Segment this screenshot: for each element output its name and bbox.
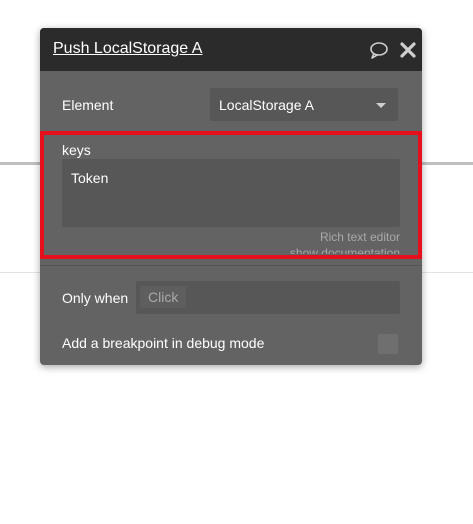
keys-input-value: Token: [71, 170, 109, 186]
divider: [40, 265, 422, 266]
only-when-placeholder: Click: [140, 286, 187, 308]
panel-title[interactable]: Push LocalStorage A: [53, 40, 202, 58]
element-select-value: LocalStorage A: [219, 97, 314, 113]
canvas: Push LocalStorage A Element LocalStorage…: [0, 0, 473, 524]
keys-input[interactable]: Token: [62, 159, 400, 227]
panel-header: Push LocalStorage A: [40, 28, 422, 71]
breakpoint-label: Add a breakpoint in debug mode: [62, 335, 265, 351]
comment-icon[interactable]: [369, 40, 389, 60]
chevron-down-icon: [376, 103, 386, 108]
element-select[interactable]: LocalStorage A: [210, 88, 398, 121]
element-label: Element: [62, 97, 114, 113]
only-when-input[interactable]: Click: [136, 281, 400, 314]
rich-text-editor-link[interactable]: Rich text editor: [320, 230, 400, 244]
close-icon[interactable]: [398, 40, 418, 60]
keys-label: keys: [62, 142, 91, 158]
only-when-label: Only when: [62, 290, 129, 306]
breakpoint-checkbox[interactable]: [378, 334, 398, 354]
show-documentation-link[interactable]: show documentation: [290, 246, 400, 254]
property-editor-panel: Push LocalStorage A Element LocalStorage…: [40, 28, 422, 365]
